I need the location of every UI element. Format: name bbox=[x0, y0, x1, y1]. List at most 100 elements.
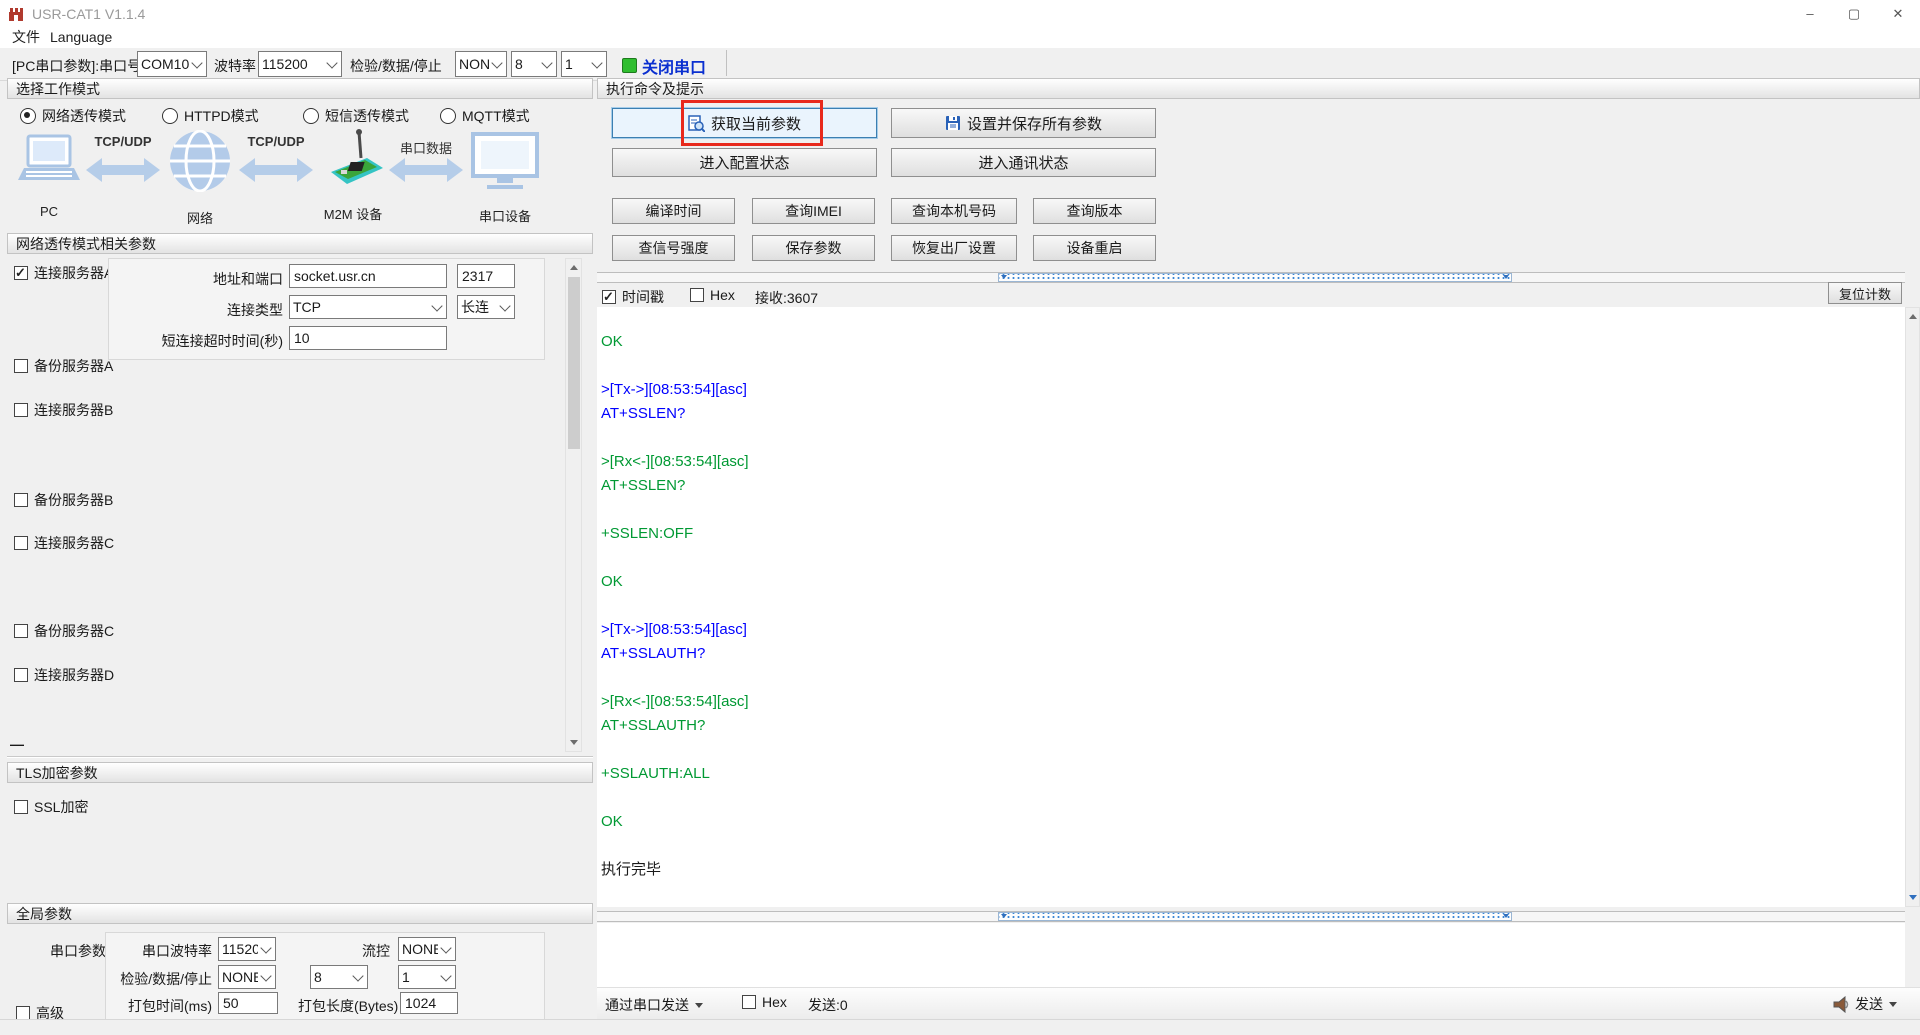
scrollbar-thumb[interactable] bbox=[568, 277, 580, 449]
send-hex-label: Hex bbox=[762, 994, 787, 1010]
tcp-udp-link-label: TCP/UDP bbox=[94, 134, 152, 149]
scrollbar-thumb[interactable] bbox=[998, 912, 1512, 921]
cmd-button-signal[interactable]: 查信号强度 bbox=[612, 235, 735, 261]
send-via-dropdown[interactable]: 通过串口发送 bbox=[605, 995, 703, 1015]
status-strip bbox=[0, 1019, 1920, 1035]
checkbox-icon[interactable] bbox=[14, 403, 28, 417]
menu-item-language[interactable]: Language bbox=[44, 27, 118, 48]
cmd-button-reboot[interactable]: 设备重启 bbox=[1033, 235, 1156, 261]
send-textarea[interactable] bbox=[597, 923, 1905, 987]
parity-select[interactable]: NONI bbox=[455, 51, 507, 77]
log-line: OK bbox=[601, 333, 623, 350]
server-checkbox-row[interactable]: 备份服务器A bbox=[14, 356, 113, 376]
cmd-button-save-params[interactable]: 保存参数 bbox=[752, 235, 875, 261]
log-hscrollbar-top[interactable] bbox=[597, 272, 1905, 283]
cmd-button-factory-reset[interactable]: 恢复出厂设置 bbox=[891, 235, 1017, 261]
close-button[interactable]: ✕ bbox=[1876, 0, 1920, 27]
radio-option-net[interactable]: 网络透传模式 bbox=[20, 106, 126, 126]
packtime-input[interactable]: 50 bbox=[218, 992, 278, 1014]
save-all-button[interactable]: 设置并保存所有参数 bbox=[891, 108, 1156, 138]
scroll-up-arrow-icon[interactable] bbox=[566, 259, 581, 276]
conn-keep-value: 长连 bbox=[461, 299, 489, 315]
scrollbar-thumb[interactable] bbox=[998, 273, 1512, 282]
log-hex-checkbox-row[interactable]: Hex bbox=[690, 287, 735, 303]
checkbox-icon[interactable] bbox=[14, 624, 28, 638]
log-line: AT+SSLAUTH? bbox=[601, 645, 706, 662]
radio-icon[interactable] bbox=[162, 108, 178, 124]
radio-label: HTTPD模式 bbox=[184, 108, 259, 124]
checkbox-icon[interactable] bbox=[14, 493, 28, 507]
baud-select[interactable]: 115200 bbox=[258, 51, 342, 77]
server-a-checkbox-row[interactable]: 连接服务器A bbox=[14, 263, 113, 283]
log-vscrollbar[interactable] bbox=[1905, 307, 1920, 907]
server-checkbox-row[interactable]: 备份服务器B bbox=[14, 490, 113, 510]
packlen-input[interactable]: 1024 bbox=[400, 992, 458, 1014]
menu-item-file[interactable]: 文件 bbox=[6, 27, 46, 48]
log-hscrollbar-bottom[interactable] bbox=[597, 911, 1905, 922]
com-port-select[interactable]: COM10 bbox=[137, 51, 207, 77]
scroll-down-arrow-icon[interactable] bbox=[1906, 889, 1919, 906]
timestamp-checkbox-row[interactable]: 时间戳 bbox=[602, 287, 664, 307]
checkbox-icon[interactable] bbox=[742, 995, 756, 1009]
enter-comm-button[interactable]: 进入通讯状态 bbox=[891, 148, 1156, 177]
server-label: 备份服务器C bbox=[34, 623, 115, 639]
checkbox-icon[interactable] bbox=[16, 1006, 30, 1020]
server-checkbox-row[interactable]: 备份服务器C bbox=[14, 621, 114, 641]
server-checkbox-row[interactable]: 连接服务器B bbox=[14, 400, 113, 420]
radio-option-sms[interactable]: 短信透传模式 bbox=[303, 106, 409, 126]
get-params-button[interactable]: 获取当前参数 bbox=[611, 107, 878, 139]
send-bar bbox=[597, 987, 1920, 1019]
global-parity-select[interactable]: NONE bbox=[218, 965, 276, 989]
chevron-down-icon bbox=[326, 56, 338, 69]
log-hex-label: Hex bbox=[710, 287, 735, 303]
scroll-up-arrow-icon[interactable] bbox=[1906, 308, 1919, 325]
reset-count-button[interactable]: 复位计数 bbox=[1828, 282, 1902, 304]
send-hex-checkbox-row[interactable]: Hex bbox=[742, 994, 787, 1010]
minimize-button[interactable]: – bbox=[1788, 0, 1832, 27]
conn-type-select[interactable]: TCP bbox=[289, 295, 447, 319]
checkbox-icon[interactable] bbox=[602, 289, 616, 305]
radio-option-httpd[interactable]: HTTPD模式 bbox=[162, 106, 259, 126]
send-button[interactable]: 发送 bbox=[1832, 994, 1897, 1014]
scroll-down-arrow-icon[interactable] bbox=[566, 734, 581, 751]
cmd-button-compile-time[interactable]: 编译时间 bbox=[612, 198, 735, 224]
server-checkbox-row[interactable]: 连接服务器D bbox=[14, 665, 114, 685]
global-baud-select[interactable]: 115200 bbox=[218, 937, 276, 961]
checkbox-icon[interactable] bbox=[14, 536, 28, 550]
maximize-button[interactable]: ▢ bbox=[1832, 0, 1876, 27]
checkbox-icon[interactable] bbox=[14, 668, 28, 682]
chevron-down-icon bbox=[260, 969, 272, 982]
server-a-label: 连接服务器A bbox=[34, 265, 114, 281]
cmd-button-query-number[interactable]: 查询本机号码 bbox=[891, 198, 1017, 224]
radio-icon[interactable] bbox=[440, 108, 456, 124]
checkbox-icon[interactable] bbox=[14, 800, 28, 814]
checkbox-icon[interactable] bbox=[14, 359, 28, 373]
left-panel-scrollbar[interactable] bbox=[565, 258, 582, 752]
short-timeout-input[interactable]: 10 bbox=[289, 326, 447, 350]
server-a-address-input[interactable]: socket.usr.cn bbox=[289, 264, 447, 288]
close-port-button[interactable]: 关闭串口 bbox=[642, 54, 706, 78]
server-checkbox-row[interactable]: 连接服务器C bbox=[14, 533, 114, 553]
server-a-port-input[interactable]: 2317 bbox=[457, 264, 515, 288]
dropdown-arrow-icon bbox=[1889, 1001, 1897, 1007]
radio-option-mqtt[interactable]: MQTT模式 bbox=[440, 106, 530, 126]
radio-icon[interactable] bbox=[20, 108, 36, 124]
global-databits-select[interactable]: 8 bbox=[310, 965, 368, 989]
enter-config-button[interactable]: 进入配置状态 bbox=[612, 148, 877, 177]
ssl-checkbox-row[interactable]: SSL加密 bbox=[14, 797, 88, 817]
radio-icon[interactable] bbox=[303, 108, 319, 124]
stopbits-select[interactable]: 1 bbox=[561, 51, 607, 77]
global-stopbits-select[interactable]: 1 bbox=[398, 965, 456, 989]
baud-label: 波特率 bbox=[214, 58, 256, 74]
checkbox-icon[interactable] bbox=[14, 265, 28, 281]
send-horn-icon bbox=[1833, 995, 1849, 1013]
checkbox-icon[interactable] bbox=[690, 288, 704, 302]
sent-count: 发送:0 bbox=[808, 997, 848, 1013]
cmd-button-query-imei[interactable]: 查询IMEI bbox=[752, 198, 875, 224]
conn-keep-select[interactable]: 长连 bbox=[457, 295, 515, 319]
flow-select[interactable]: NONE bbox=[398, 937, 456, 961]
databits-select[interactable]: 8 bbox=[511, 51, 557, 77]
cmd-button-query-version[interactable]: 查询版本 bbox=[1033, 198, 1156, 224]
